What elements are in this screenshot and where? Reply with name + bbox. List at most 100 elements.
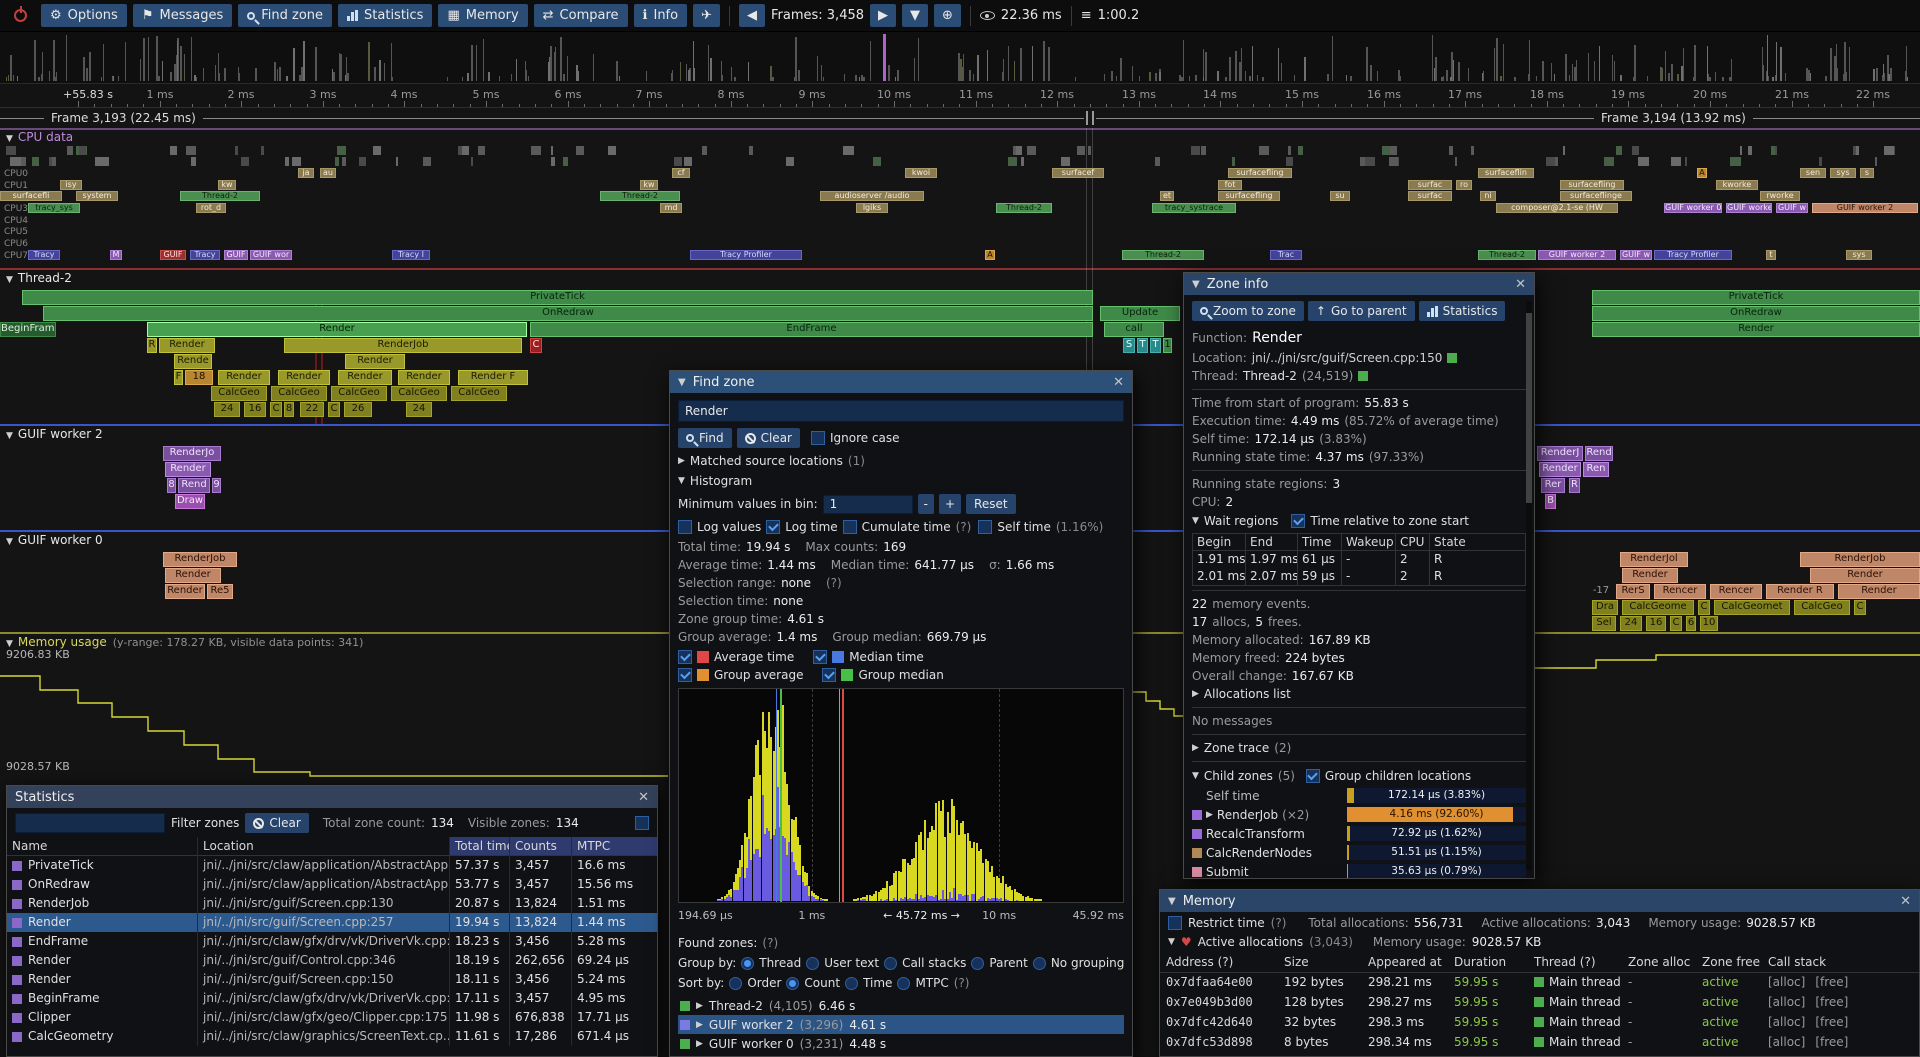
expander-icon[interactable]: ▶ (696, 1020, 703, 1030)
timeline-zone[interactable]: sys (1846, 250, 1872, 260)
timeline-zone[interactable]: fot (1218, 180, 1242, 190)
group-by-radio-thread[interactable] (741, 957, 754, 970)
sort-by-radio-mtpc[interactable] (897, 977, 910, 990)
timeline-zone[interactable]: 1 (1163, 338, 1172, 353)
go-to-parent-button[interactable]: ↑Go to parent (1308, 301, 1415, 321)
timeline-zone[interactable]: Rencer (1710, 584, 1762, 599)
column-header[interactable]: MTPC (571, 837, 657, 856)
column-header[interactable]: Appeared at (1362, 952, 1448, 973)
expander-icon[interactable]: ▶ (1206, 810, 1213, 820)
callstack-free-link[interactable]: [free] (1815, 1032, 1848, 1052)
options-button[interactable]: ⚙Options (41, 4, 127, 27)
table-row[interactable]: RenderJobjni/../jni/src/guif/Screen.cpp:… (7, 894, 657, 913)
timeline-zone[interactable]: OnRedraw (1592, 306, 1920, 321)
column-header[interactable]: Duration (1448, 952, 1528, 973)
timeline-zone[interactable]: surfacefli (0, 191, 62, 201)
timeline-zone[interactable]: call (1104, 322, 1164, 337)
scrollbar-thumb[interactable] (1526, 313, 1532, 503)
timeline-zone[interactable]: su (1330, 191, 1350, 201)
info-button[interactable]: ℹInfo (634, 4, 688, 27)
timeline-zone[interactable]: T (1150, 338, 1161, 353)
timeline-zone[interactable]: Render (165, 568, 221, 583)
timeline-zone[interactable]: rot_d (196, 203, 226, 213)
callstack-alloc-link[interactable]: [alloc] (1768, 1012, 1805, 1032)
timeline-zone[interactable]: cf (672, 168, 690, 178)
timeline-zone[interactable]: Dra (1592, 600, 1618, 615)
timeline-zone[interactable]: Render (1592, 322, 1920, 337)
section-header-thread2[interactable]: ▼Thread-2 (6, 271, 72, 285)
expander-icon[interactable]: ▶ (1192, 743, 1199, 753)
collapse-icon[interactable]: ▼ (678, 377, 686, 388)
timeline-zone[interactable]: ro (1456, 180, 1472, 190)
callstack-alloc-link[interactable]: [alloc] (1768, 972, 1805, 992)
found-zone-group[interactable]: ▶GUIF worker 1(3,192)4.39 s (678, 1053, 1124, 1057)
timeline-zone[interactable]: sen (1800, 168, 1826, 178)
table-row[interactable]: EndFramejni/../jni/src/claw/gfx/drv/vk/D… (7, 932, 657, 951)
allocation-row[interactable]: 0x7dfaa64e00192 bytes298.21 ms59.95 sMai… (1160, 972, 1919, 992)
timeline-zone[interactable]: Render (165, 584, 205, 599)
timeline-zone[interactable]: Rer (1541, 478, 1565, 493)
timeline-zone[interactable]: RenderJob (284, 338, 522, 353)
collapse-icon[interactable]: ▼ (6, 134, 13, 144)
timeline-zone[interactable]: Render (345, 354, 405, 369)
find-button[interactable]: Find (678, 428, 732, 448)
find-zone-search-input[interactable] (678, 400, 1124, 422)
timeline-zone[interactable]: kworke (1716, 180, 1758, 190)
timeline-zone[interactable]: Render R (1766, 584, 1834, 599)
timeline-zone[interactable]: M (110, 250, 122, 260)
callstack-free-link[interactable]: [free] (1815, 1012, 1848, 1032)
log-time-checkbox[interactable] (766, 520, 780, 534)
timeline-zone[interactable]: RenderJol (1620, 552, 1688, 567)
timeline-zone[interactable]: B (1545, 494, 1556, 509)
timeline-zone[interactable]: GUIF wor (250, 250, 292, 260)
timeline-zone[interactable]: surfacefling (1560, 180, 1624, 190)
column-header[interactable]: Total time (449, 837, 509, 856)
timeline-zone[interactable]: Render (1838, 584, 1920, 599)
timeline-zone[interactable]: CalcGeo (271, 386, 327, 401)
column-header[interactable]: Begin (1193, 534, 1245, 550)
collapse-icon[interactable]: ▼ (6, 639, 13, 649)
prev-frame-button[interactable]: ◀ (739, 4, 765, 27)
timeline-zone[interactable]: OnRedraw (43, 306, 1093, 321)
timeline-zone[interactable]: Render (278, 370, 330, 385)
timeline-zone[interactable]: PrivateTick (22, 290, 1093, 305)
column-header[interactable]: Thread (?) (1528, 952, 1622, 973)
timeline-zone[interactable]: isy (60, 180, 82, 190)
legend-checkbox[interactable] (678, 668, 692, 682)
find-zone-button[interactable]: Find zone (238, 4, 332, 27)
column-header[interactable]: Call stack (1762, 952, 1919, 973)
timeline-zone[interactable]: tracy_systrace (1152, 203, 1236, 213)
statistics-button[interactable]: Statistics (338, 4, 432, 27)
timeline-zone[interactable]: GUIF w (1620, 250, 1652, 260)
group-by-radio-parent[interactable] (971, 957, 984, 970)
timeline-zone[interactable]: CalcGeo (211, 386, 267, 401)
expander-icon[interactable]: ▶ (696, 1039, 703, 1049)
found-zone-group[interactable]: ▶GUIF worker 2(3,296)4.61 s (678, 1015, 1124, 1034)
table-row[interactable]: BeginFramejni/../jni/src/claw/gfx/drv/vk… (7, 989, 657, 1008)
find-zone-histogram[interactable] (678, 688, 1124, 903)
timeline-zone[interactable]: Thread-2 (600, 191, 680, 201)
filter-zones-input[interactable] (15, 813, 165, 833)
timeline-zone[interactable]: s (1860, 168, 1874, 178)
help-icon[interactable]: (?) (1271, 916, 1287, 930)
timeline-zone[interactable]: Render (1539, 462, 1581, 477)
timeline-zone[interactable]: surfacefling (1218, 191, 1280, 201)
callstack-alloc-link[interactable]: [alloc] (1768, 992, 1805, 1012)
timeline-zone[interactable]: lgiks (856, 203, 888, 213)
memory-titlebar[interactable]: ▼ Memory ✕ (1160, 890, 1919, 912)
close-icon[interactable]: ✕ (638, 790, 649, 805)
relative-time-checkbox[interactable] (1291, 514, 1305, 528)
section-header-cpu[interactable]: ▼CPU data (6, 130, 73, 144)
timeline-zone[interactable]: GUIF worker 2 (1812, 203, 1918, 213)
close-icon[interactable]: ✕ (1113, 375, 1124, 390)
min-bin-input[interactable] (823, 495, 913, 514)
timeline-zone[interactable]: RenderJ (1537, 446, 1583, 461)
compare-button[interactable]: ⇄Compare (534, 4, 628, 27)
timeline-zone[interactable]: GUIF (160, 250, 186, 260)
bin-plus-button[interactable]: + (939, 494, 961, 514)
timeline-zone[interactable]: C (530, 338, 542, 353)
group-by-radio-no-grouping[interactable] (1033, 957, 1046, 970)
sort-by-radio-time[interactable] (845, 977, 858, 990)
timeline-zone[interactable]: CalcGeo (1794, 600, 1850, 615)
self-time-checkbox[interactable] (978, 520, 992, 534)
